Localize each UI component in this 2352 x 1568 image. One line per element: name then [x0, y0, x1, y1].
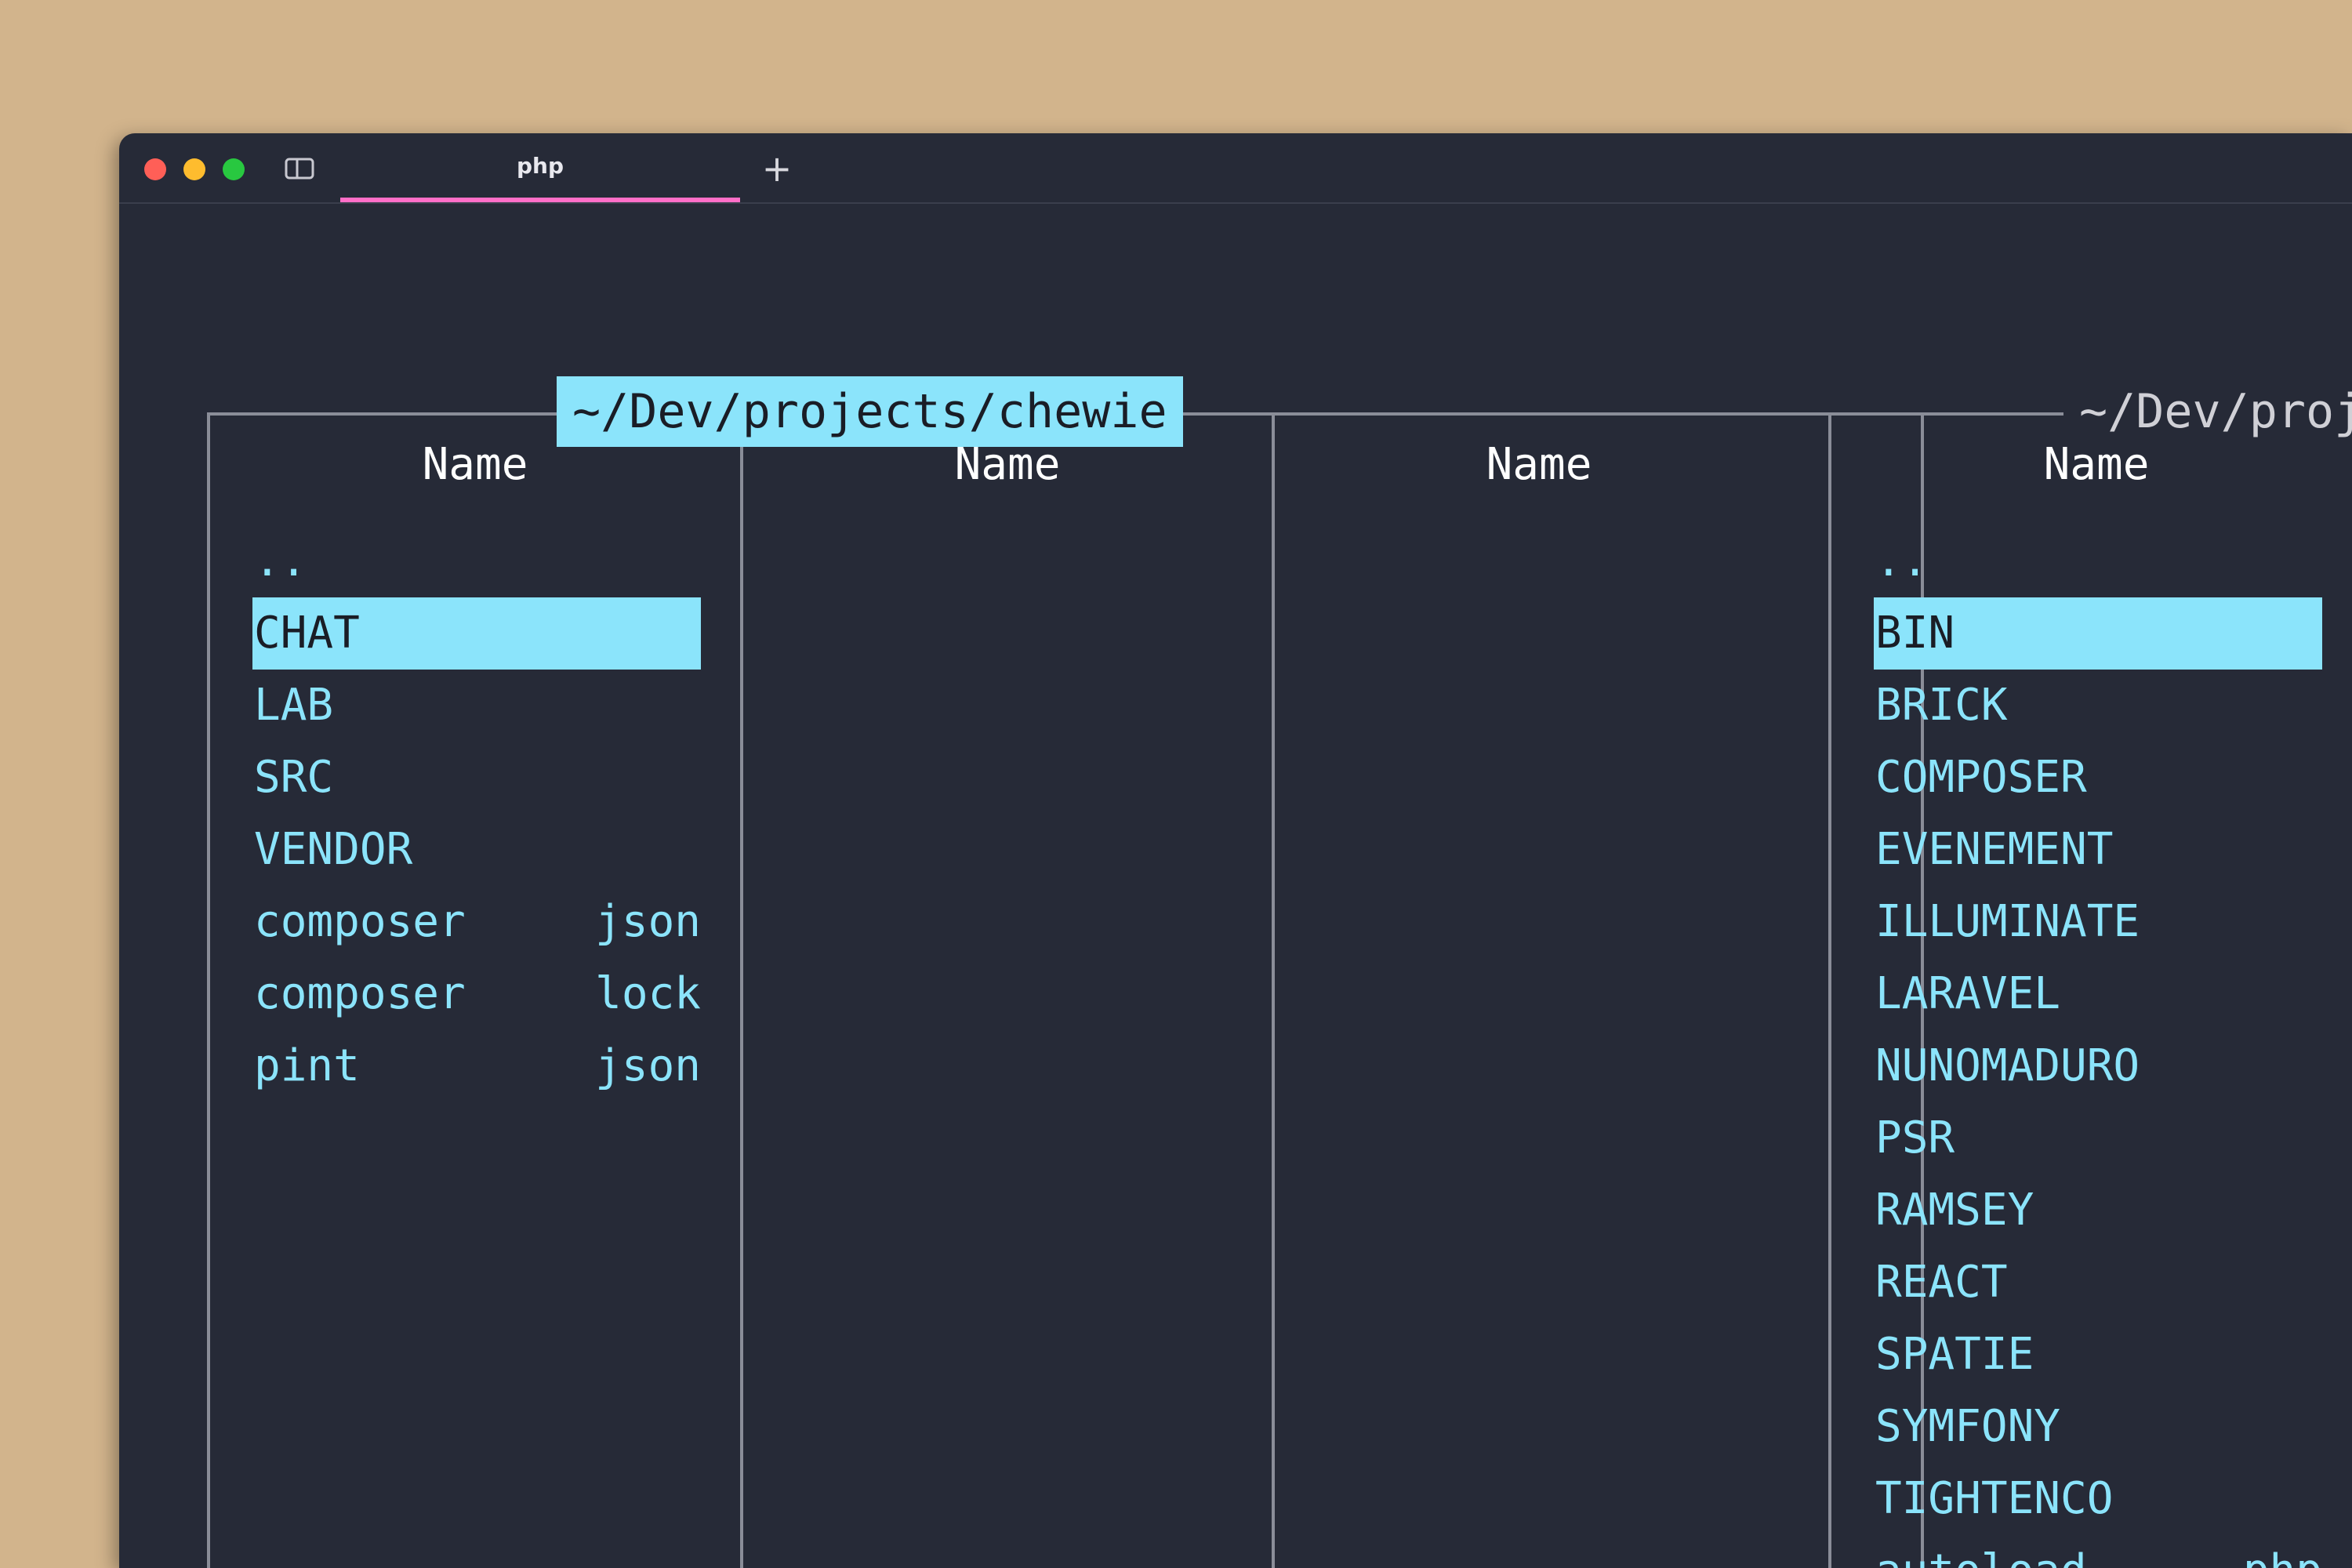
file-entry[interactable]: BIN [1874, 597, 2322, 670]
file-entry-name: REACT [1875, 1257, 2008, 1308]
column-divider [1272, 416, 1275, 1568]
file-entry[interactable]: SRC [252, 742, 701, 814]
zoom-window-button[interactable] [223, 158, 245, 180]
file-entry-name: .. [254, 535, 307, 586]
file-entry-extension: php [2243, 1535, 2322, 1568]
file-entry[interactable]: BRICK [1874, 670, 2322, 742]
file-entry[interactable]: SYMFONY [1874, 1391, 2322, 1463]
file-entry-name: composer [254, 896, 466, 947]
file-entry[interactable]: .. [1874, 525, 2322, 597]
file-entry-name: LAB [254, 680, 334, 731]
file-entry-name: COMPOSER [1875, 752, 2087, 803]
file-entry[interactable]: REACT [1874, 1247, 2322, 1319]
file-entry-name: PSR [1875, 1112, 1955, 1163]
file-entry[interactable]: TIGHTENCO [1874, 1463, 2322, 1535]
tab-label: php [516, 152, 564, 179]
file-entry[interactable]: composer lock [252, 958, 701, 1030]
file-entry-name: autoload [1875, 1545, 2087, 1568]
file-entry[interactable]: composer json [252, 886, 701, 958]
file-entry-name: .. [1875, 535, 1929, 586]
file-entry-name: BIN [1875, 608, 1955, 659]
close-window-button[interactable] [144, 158, 166, 180]
terminal-window: php + Name Name Name .. CHAT LAB SRC VENDOR c… [119, 133, 2352, 1568]
sidebar-toggle-icon[interactable] [284, 155, 315, 182]
right-file-pane: Name .. BIN BRICK COMPOSER EVENEMENT ILLUMINA… [1828, 412, 2352, 1568]
file-entry[interactable]: LARAVEL [1874, 958, 2322, 1030]
column-header-name[interactable]: Name [1275, 439, 1803, 490]
file-entry[interactable]: RAMSEY [1874, 1174, 2322, 1247]
left-file-pane: Name Name Name .. CHAT LAB SRC VENDOR compose… [207, 412, 1924, 1568]
file-entry-name: BRICK [1875, 680, 2008, 731]
file-entry-name: RAMSEY [1875, 1185, 2034, 1236]
file-entry[interactable]: LAB [252, 670, 701, 742]
file-entry[interactable]: .. [252, 525, 701, 597]
file-entry-name: LARAVEL [1875, 968, 2061, 1019]
file-entry-name: CHAT [254, 608, 360, 659]
column-divider [740, 416, 743, 1568]
file-entry-name: NUNOMADURO [1875, 1040, 2140, 1091]
file-entry[interactable]: ILLUMINATE [1874, 886, 2322, 958]
file-entry[interactable]: NUNOMADURO [1874, 1030, 2322, 1102]
file-entry-name: TIGHTENCO [1875, 1473, 2114, 1524]
file-entry[interactable]: SPATIE [1874, 1319, 2322, 1391]
title-bar: php + [119, 133, 2352, 204]
plus-icon[interactable]: + [756, 147, 798, 190]
file-entry[interactable]: COMPOSER [1874, 742, 2322, 814]
file-entry[interactable]: pint json [252, 1030, 701, 1102]
file-entry-name: SRC [254, 752, 334, 803]
file-entry-name: composer [254, 968, 466, 1019]
file-entry[interactable]: autoload php [1874, 1535, 2322, 1568]
file-entry[interactable]: CHAT [252, 597, 701, 670]
file-entry-extension: json [595, 896, 701, 947]
file-entry-name: SYMFONY [1875, 1401, 2061, 1452]
inactive-pane-path: ~/Dev/proj [2063, 376, 2352, 447]
file-entry-extension: json [595, 1040, 701, 1091]
file-entry-name: EVENEMENT [1875, 824, 2114, 875]
minimize-window-button[interactable] [183, 158, 205, 180]
file-entry[interactable]: PSR [1874, 1102, 2322, 1174]
file-entry-extension: lock [595, 968, 701, 1019]
file-entry-name: VENDOR [254, 824, 413, 875]
file-entry-name: pint [254, 1040, 360, 1091]
file-entry-name: ILLUMINATE [1875, 896, 2140, 947]
file-entry-name: SPATIE [1875, 1329, 2034, 1380]
file-entry[interactable]: EVENEMENT [1874, 814, 2322, 886]
active-pane-path: ~/Dev/projects/chewie [557, 376, 1183, 447]
tab-php[interactable]: php [340, 133, 740, 202]
file-entry[interactable]: VENDOR [252, 814, 701, 886]
